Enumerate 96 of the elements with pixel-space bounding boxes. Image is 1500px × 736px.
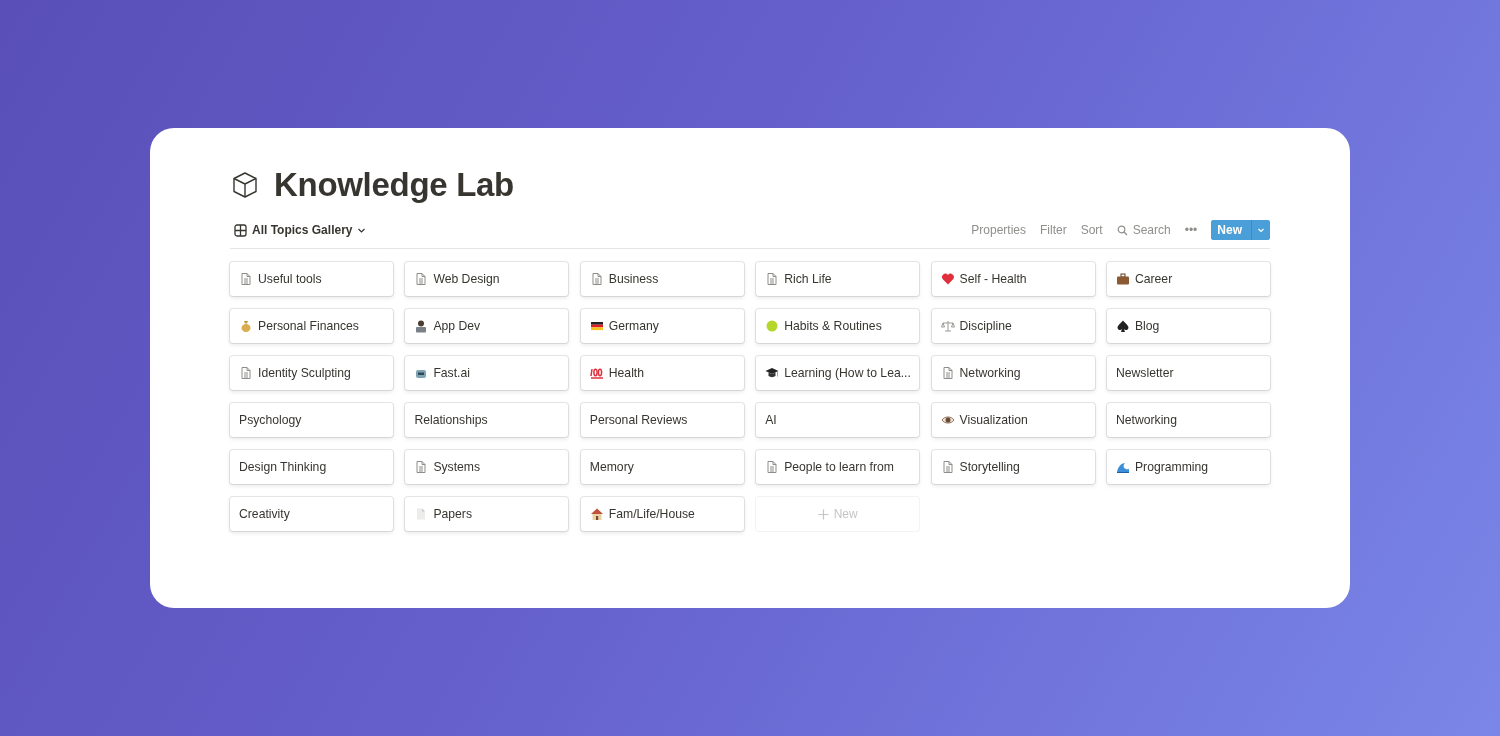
gallery-card[interactable]: Career (1106, 262, 1270, 296)
gallery-card[interactable]: Fam/Life/House (580, 497, 744, 531)
search-icon (1116, 224, 1128, 236)
card-title: Career (1134, 272, 1173, 286)
gallery-card[interactable]: Useful tools (230, 262, 393, 296)
card-title: Papers (433, 507, 472, 521)
gallery-card[interactable]: Visualization (931, 403, 1095, 437)
gallery-card[interactable]: Self - Health (931, 262, 1095, 296)
house-icon (589, 507, 604, 521)
eye-icon (940, 413, 955, 427)
gallery-card[interactable]: Fast.ai (405, 356, 569, 390)
gallery-card[interactable]: Papers (405, 497, 569, 531)
scales-icon (940, 319, 955, 333)
card-title: Personal Finances (258, 319, 359, 333)
gallery-card[interactable]: Health (580, 356, 744, 390)
gallery-card[interactable]: Germany (580, 309, 744, 343)
briefcase-icon (1115, 272, 1130, 286)
page-icon (940, 460, 955, 474)
gallery-card[interactable]: Rich Life (756, 262, 920, 296)
card-title: Systems (433, 460, 481, 474)
gallery-card[interactable]: Business (580, 262, 744, 296)
card-title: Germany (608, 319, 659, 333)
gallery-card[interactable]: Creativity (230, 497, 393, 531)
ball-icon (765, 319, 780, 333)
page-title: Knowledge Lab (274, 166, 514, 204)
person-icon (414, 319, 429, 333)
gallery-card[interactable]: Networking (931, 356, 1095, 390)
card-title: Self - Health (959, 272, 1027, 286)
gallery-card[interactable]: Design Thinking (230, 450, 393, 484)
page-icon (239, 272, 253, 286)
gallery-card[interactable]: Networking (1106, 403, 1270, 437)
card-title: Creativity (239, 507, 290, 521)
card-title: Fam/Life/House (608, 507, 695, 521)
gallery-card[interactable]: Storytelling (931, 450, 1095, 484)
card-title: Design Thinking (239, 460, 327, 474)
gallery-card[interactable]: Systems (405, 450, 569, 484)
card-title: Web Design (433, 272, 500, 286)
gallery-card[interactable]: Programming (1106, 450, 1270, 484)
page-icon (589, 272, 604, 286)
page-icon (765, 460, 780, 474)
money-bag-icon (239, 319, 253, 333)
card-title: Networking (1115, 413, 1177, 427)
page-icon (414, 460, 429, 474)
gallery-card[interactable]: Memory (580, 450, 744, 484)
card-title: Networking (959, 366, 1021, 380)
page-icon (414, 272, 429, 286)
card-title: Relationships (414, 413, 488, 427)
gallery-card[interactable]: App Dev (405, 309, 569, 343)
gallery-card[interactable]: Learning (How to Lea... (756, 356, 920, 390)
gallery-card[interactable]: People to learn from (756, 450, 920, 484)
card-title: Health (608, 366, 644, 380)
hundred-icon (589, 366, 604, 380)
page-icon (765, 272, 780, 286)
card-title: AI (765, 413, 777, 427)
card-title: Personal Reviews (589, 413, 688, 427)
card-title: Fast.ai (433, 366, 470, 380)
gallery-card[interactable]: Personal Finances (230, 309, 393, 343)
card-title: Visualization (959, 413, 1028, 427)
chevron-down-icon (1257, 226, 1265, 234)
card-title: App Dev (433, 319, 481, 333)
card-title: Memory (589, 460, 634, 474)
gallery-icon (234, 223, 247, 237)
card-title: Discipline (959, 319, 1012, 333)
cube-icon (230, 170, 260, 200)
card-title: Newsletter (1115, 366, 1174, 380)
gallery-card[interactable]: Relationships (405, 403, 569, 437)
card-title: Business (608, 272, 659, 286)
card-title: Habits & Routines (784, 319, 882, 333)
wave-icon (1115, 460, 1130, 474)
gallery-card[interactable]: Identity Sculpting (230, 356, 393, 390)
graduation-cap-icon (765, 366, 780, 380)
card-title: Storytelling (959, 460, 1020, 474)
card-title: Programming (1134, 460, 1209, 474)
card-title: Rich Life (784, 272, 832, 286)
new-dropdown-button[interactable] (1251, 220, 1270, 240)
spade-icon (1115, 319, 1130, 333)
card-title: Blog (1134, 319, 1160, 333)
view-selector[interactable]: All Topics Gallery (230, 223, 367, 237)
flag-icon (589, 319, 604, 333)
plus-icon (817, 508, 829, 520)
card-title: Identity Sculpting (258, 366, 351, 380)
gallery-card[interactable]: Psychology (230, 403, 393, 437)
gallery-card[interactable]: Newsletter (1106, 356, 1270, 390)
card-title: Learning (How to Lea... (784, 366, 911, 380)
heart-icon (940, 272, 955, 286)
card-title: People to learn from (784, 460, 894, 474)
gallery-card[interactable]: Personal Reviews (580, 403, 744, 437)
gallery-card[interactable]: Blog (1106, 309, 1270, 343)
gallery-card[interactable]: Discipline (931, 309, 1095, 343)
gallery-card[interactable]: Web Design (405, 262, 569, 296)
gallery-card[interactable]: AI (756, 403, 920, 437)
card-title: Psychology (239, 413, 302, 427)
gallery-card[interactable]: Habits & Routines (756, 309, 920, 343)
card-title: Useful tools (258, 272, 322, 286)
page-icon (239, 366, 253, 380)
page-icon (940, 366, 955, 380)
